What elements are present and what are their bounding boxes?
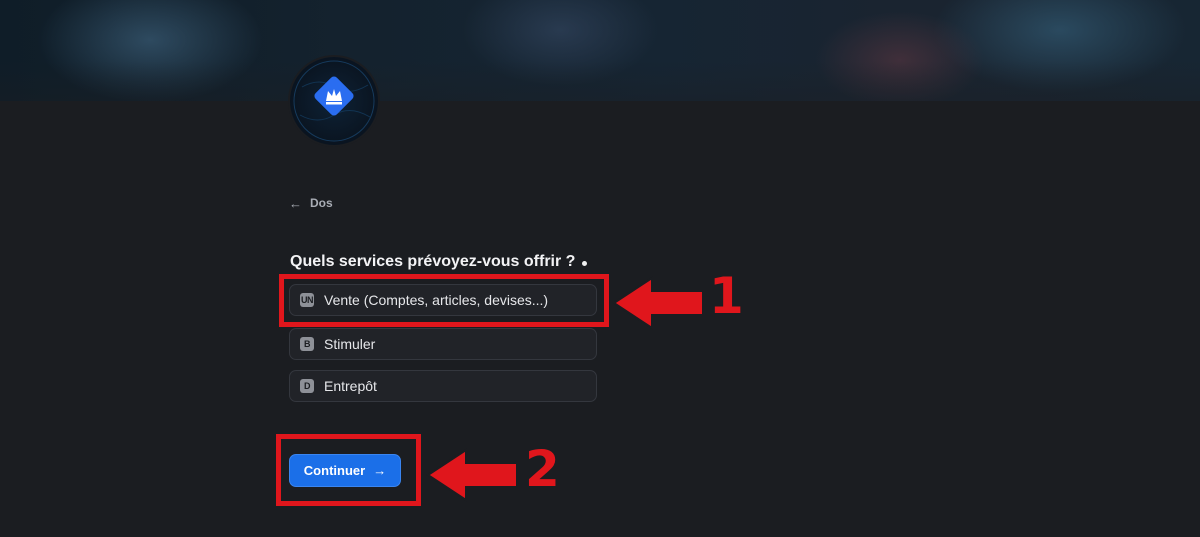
option-key-badge: B	[300, 337, 314, 351]
arrow-left-annotation-icon	[612, 276, 704, 330]
step-number-2: 2	[525, 440, 560, 498]
server-avatar	[290, 57, 378, 145]
highlight-box-step2	[276, 434, 421, 506]
option-entrepot[interactable]: D Entrepôt	[289, 370, 597, 402]
option-key-badge: D	[300, 379, 314, 393]
back-label: Dos	[310, 196, 333, 210]
question-text: Quels services prévoyez-vous offrir ?	[290, 253, 576, 270]
arrow-left-icon: ←	[289, 195, 302, 211]
required-dot-icon	[582, 260, 588, 266]
option-label: Entrepôt	[324, 378, 377, 394]
option-stimuler[interactable]: B Stimuler	[289, 328, 597, 360]
highlight-box-step1	[279, 274, 609, 327]
option-label: Stimuler	[324, 336, 376, 352]
question-heading: Quels services prévoyez-vous offrir ?	[290, 253, 588, 271]
header-banner	[0, 0, 1200, 101]
arrow-left-annotation-icon	[426, 448, 518, 502]
back-link[interactable]: ← Dos	[289, 194, 333, 212]
crown-diamond-logo-icon	[293, 60, 375, 142]
step-number-1: 1	[709, 267, 744, 325]
